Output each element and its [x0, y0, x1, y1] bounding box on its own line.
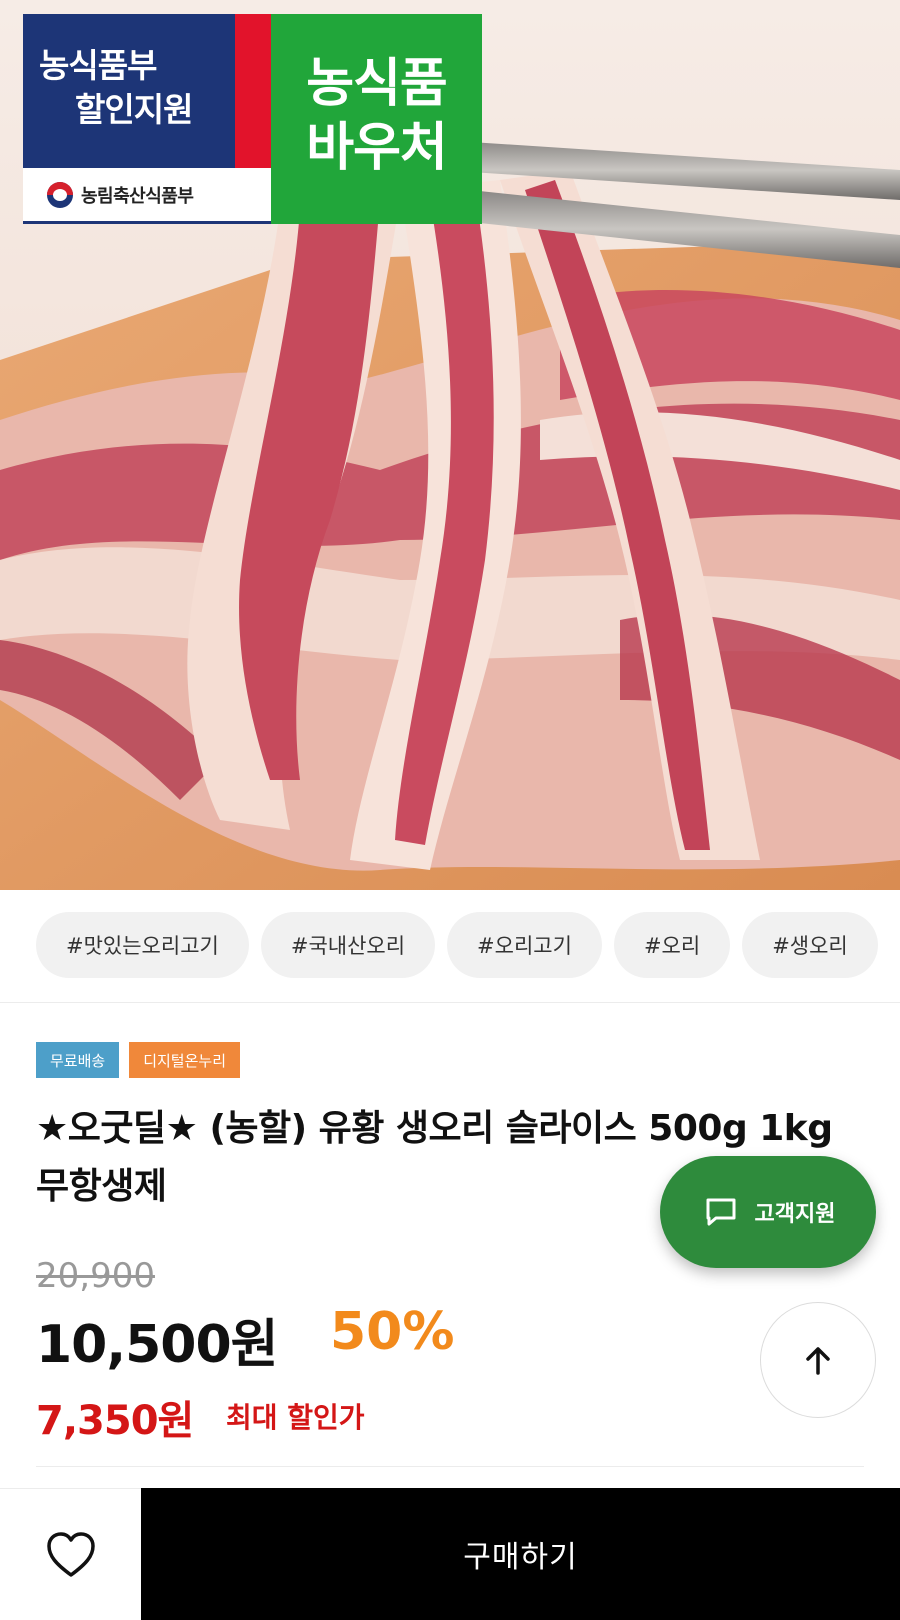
product-chips: 무료배송 디지털온누리	[36, 1042, 241, 1078]
hashtag-list: #맛있는오리고기 #국내산오리 #오리고기 #오리 #생오리	[0, 912, 900, 982]
max-discount-label: 최대 할인가	[226, 1401, 365, 1434]
chat-bubble-icon	[706, 1198, 736, 1226]
hashtag-chip[interactable]: #생오리	[742, 912, 878, 978]
buy-button[interactable]: 구매하기	[141, 1488, 900, 1620]
customer-support-label: 고객지원	[754, 1202, 836, 1227]
ministry-label: 농림축산식품부	[23, 168, 271, 224]
free-shipping-badge: 무료배송	[36, 1042, 120, 1078]
gov-badge-line1: 농식품부	[39, 46, 157, 85]
gov-discount-badge: 농식품부 할인지원 농림축산식품부	[23, 14, 271, 224]
divider	[36, 1466, 864, 1467]
hashtag-chip[interactable]: #맛있는오리고기	[36, 912, 249, 978]
product-hero-image: 농식품부 할인지원 농림축산식품부 농식품 바우처	[0, 0, 900, 890]
voucher-badge: 농식품 바우처	[271, 14, 482, 224]
gov-badge-title: 농식품부 할인지원	[39, 44, 229, 132]
scroll-to-top-button[interactable]	[760, 1302, 876, 1418]
onnuri-badge: 디지털온누리	[129, 1042, 241, 1078]
voucher-line1: 농식품	[306, 54, 448, 114]
hashtag-chip[interactable]: #오리고기	[447, 912, 602, 978]
discount-rate: 50%	[330, 1302, 455, 1362]
customer-support-button[interactable]: 고객지원	[660, 1156, 876, 1268]
arrow-up-icon	[806, 1347, 830, 1375]
divider	[0, 1002, 900, 1003]
bottom-action-bar: 구매하기	[0, 1488, 900, 1620]
gov-badge-line2: 할인지원	[75, 90, 193, 129]
voucher-line2: 바우처	[306, 118, 448, 178]
max-discount-price: 7,350원	[36, 1398, 194, 1444]
hashtag-chip[interactable]: #오리	[613, 912, 731, 978]
original-price: 20,900	[36, 1256, 155, 1296]
heart-icon	[46, 1531, 95, 1577]
sale-price: 10,500원	[36, 1315, 279, 1375]
taegeuk-emblem-icon	[47, 181, 73, 208]
wishlist-button[interactable]	[0, 1488, 141, 1620]
hashtag-chip[interactable]: #국내산오리	[260, 912, 436, 978]
ministry-name: 농림축산식품부	[81, 185, 194, 207]
